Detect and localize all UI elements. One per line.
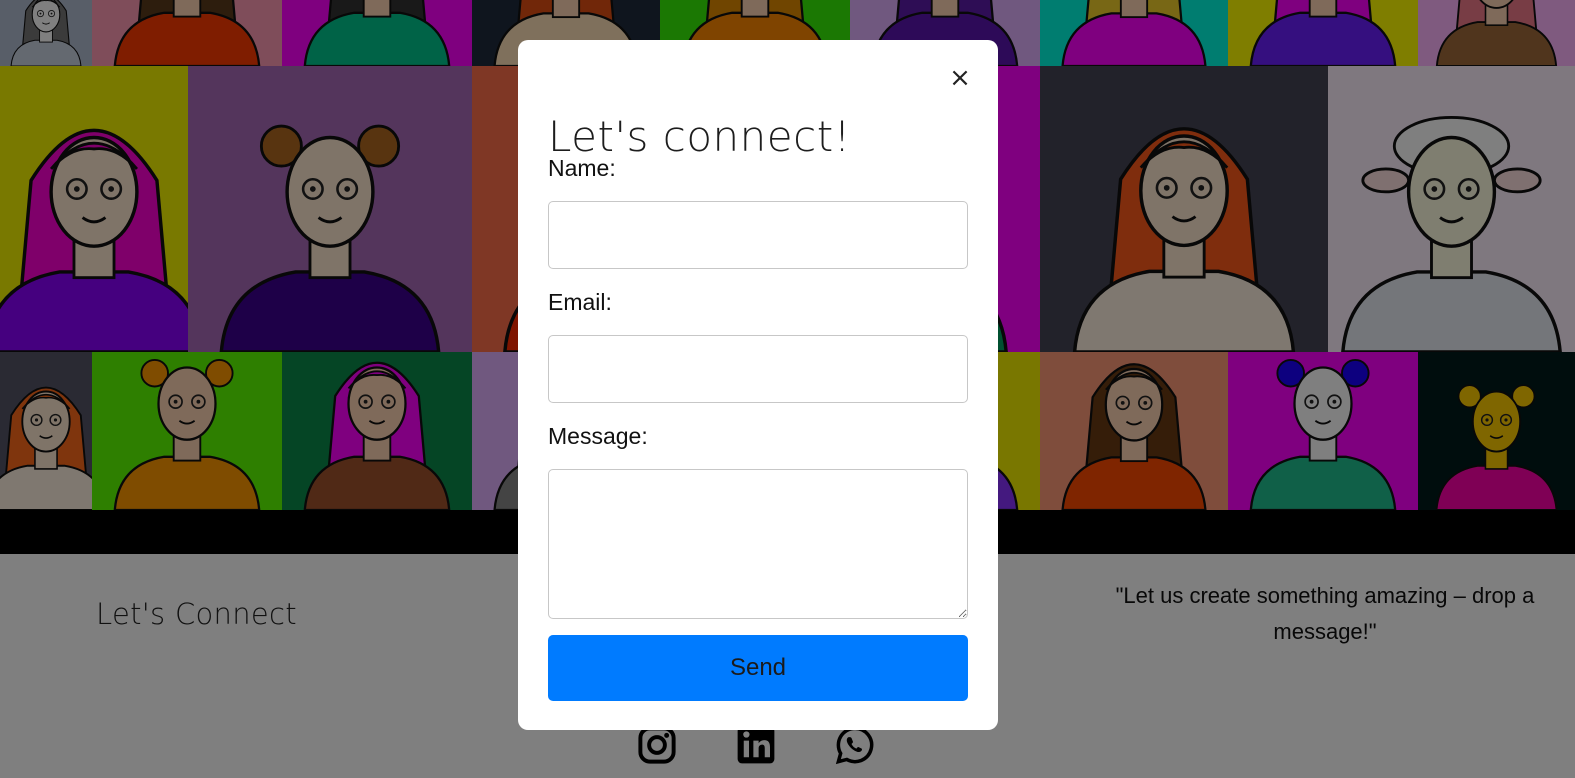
close-button[interactable]: ×	[948, 64, 972, 92]
email-input[interactable]	[548, 335, 968, 403]
message-label: Message:	[548, 423, 648, 449]
message-textarea[interactable]	[548, 469, 968, 619]
name-input[interactable]	[548, 201, 968, 269]
contact-modal: Let's connect! × Name: Email: Message: S…	[518, 40, 998, 730]
name-label: Name:	[548, 155, 616, 181]
modal-title: Let's connect!	[548, 112, 852, 161]
email-label: Email:	[548, 289, 612, 315]
send-button[interactable]: Send	[548, 635, 968, 701]
